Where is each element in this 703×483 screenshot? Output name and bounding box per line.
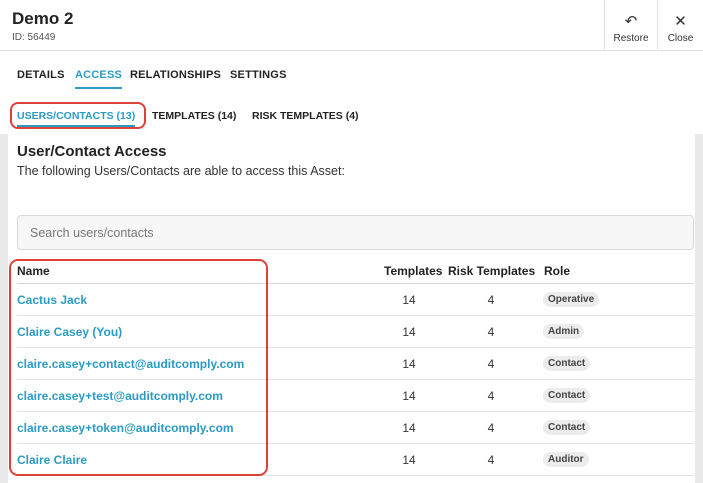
table-row: Claire Casey (You) 14 4 Admin bbox=[17, 316, 694, 348]
templates-count: 14 bbox=[402, 421, 416, 435]
user-name-link[interactable]: claire.casey+test@auditcomply.com bbox=[17, 389, 223, 403]
user-name-link[interactable]: Cactus Jack bbox=[17, 293, 87, 307]
templates-count: 14 bbox=[402, 389, 416, 403]
close-icon: ✕ bbox=[674, 13, 687, 30]
subtab-risk-templates[interactable]: RISK TEMPLATES (4) bbox=[252, 110, 359, 122]
access-subtabs: USERS/CONTACTS (13) TEMPLATES (14) RISK … bbox=[0, 102, 703, 134]
restore-label: Restore bbox=[613, 33, 649, 44]
risk-templates-count: 4 bbox=[487, 421, 495, 435]
risk-templates-count: 4 bbox=[487, 357, 495, 371]
role-badge: Contact bbox=[543, 420, 591, 435]
column-header-templates[interactable]: Templates bbox=[384, 264, 442, 278]
tab-relationships[interactable]: RELATIONSHIPS bbox=[130, 69, 221, 81]
close-label: Close bbox=[667, 33, 694, 44]
table-row: Cactus Jack 14 4 Operative bbox=[17, 284, 694, 316]
column-header-risk-templates[interactable]: Risk Templates bbox=[448, 264, 535, 278]
risk-templates-count: 4 bbox=[487, 293, 495, 307]
subtab-users-contacts[interactable]: USERS/CONTACTS (13) bbox=[17, 110, 136, 127]
table-row: claire.casey+test@auditcomply.com 14 4 C… bbox=[17, 380, 694, 412]
templates-count: 14 bbox=[402, 357, 416, 371]
templates-count: 14 bbox=[402, 453, 416, 467]
role-badge: Admin bbox=[543, 324, 585, 339]
role-badge: Auditor bbox=[543, 452, 589, 467]
column-header-role[interactable]: Role bbox=[544, 264, 570, 278]
templates-count: 14 bbox=[402, 293, 416, 307]
risk-templates-count: 4 bbox=[487, 453, 495, 467]
user-name-link[interactable]: claire.casey+contact@auditcomply.com bbox=[17, 357, 244, 371]
role-badge: Contact bbox=[543, 356, 591, 371]
left-gutter bbox=[0, 134, 8, 483]
search-input[interactable] bbox=[17, 215, 694, 250]
column-header-name[interactable]: Name bbox=[17, 264, 50, 278]
user-name-link[interactable]: Claire Claire bbox=[17, 453, 87, 467]
risk-templates-count: 4 bbox=[487, 325, 495, 339]
templates-count: 14 bbox=[402, 325, 416, 339]
user-name-link[interactable]: claire.casey+token@auditcomply.com bbox=[17, 421, 234, 435]
table-row: claire.casey+contact@auditcomply.com 14 … bbox=[17, 348, 694, 380]
restore-button[interactable]: ↶ Restore bbox=[604, 0, 657, 50]
section-description: The following Users/Contacts are able to… bbox=[17, 164, 345, 178]
table-row: claire.casey+token@auditcomply.com 14 4 … bbox=[17, 412, 694, 444]
asset-title: Demo 2 bbox=[12, 9, 74, 28]
tab-access[interactable]: ACCESS bbox=[75, 69, 123, 89]
section-title: User/Contact Access bbox=[17, 143, 167, 160]
restore-icon: ↶ bbox=[624, 13, 638, 30]
role-badge: Operative bbox=[543, 292, 600, 307]
panel-header: Demo 2 ID: 56449 ↶ Restore ✕ Close bbox=[0, 0, 703, 51]
risk-templates-count: 4 bbox=[487, 389, 495, 403]
role-badge: Contact bbox=[543, 388, 591, 403]
subtab-templates[interactable]: TEMPLATES (14) bbox=[152, 110, 236, 122]
tab-settings[interactable]: SETTINGS bbox=[230, 69, 287, 81]
close-button[interactable]: ✕ Close bbox=[657, 0, 703, 50]
scrollbar[interactable] bbox=[695, 134, 703, 483]
asset-id: ID: 56449 bbox=[12, 32, 56, 43]
user-name-link[interactable]: Claire Casey (You) bbox=[17, 325, 122, 339]
tab-details[interactable]: DETAILS bbox=[17, 69, 65, 81]
table-row: Claire Claire 14 4 Auditor bbox=[17, 444, 694, 476]
